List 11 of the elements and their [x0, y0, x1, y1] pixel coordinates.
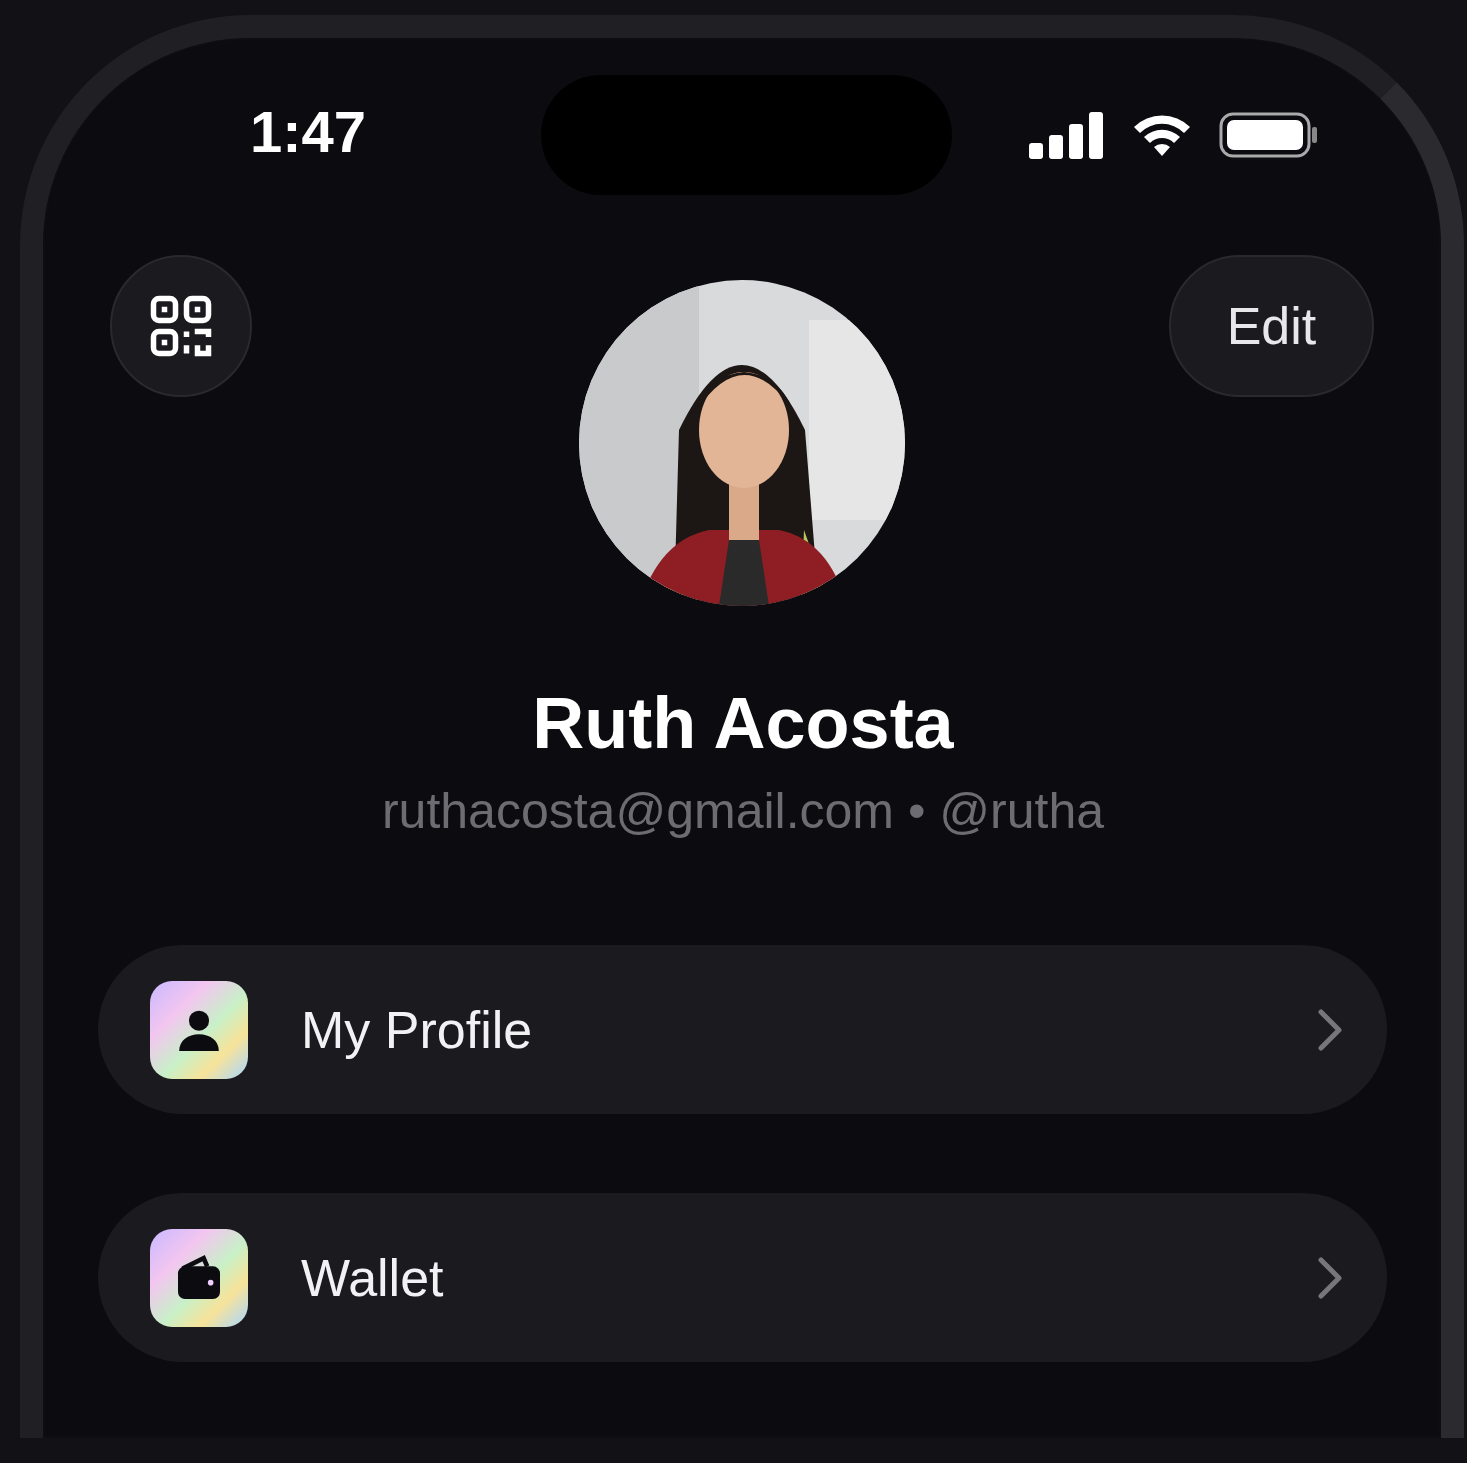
- edit-button[interactable]: Edit: [1169, 255, 1374, 397]
- chevron-right-icon: [1315, 1007, 1345, 1052]
- qr-code-icon: [148, 293, 214, 359]
- profile-name: Ruth Acosta: [531, 682, 955, 765]
- signal-icon: [1029, 111, 1105, 159]
- chevron-right-icon: [1315, 1255, 1345, 1300]
- menu-row[interactable]: Wallet: [98, 1193, 1387, 1362]
- profile-subtitle: ruthacosta@gmail.com • @rutha: [380, 782, 1106, 841]
- status-time: 1:47: [250, 99, 367, 164]
- battery-icon: [1219, 112, 1319, 158]
- menu-row[interactable]: My Profile: [98, 945, 1387, 1114]
